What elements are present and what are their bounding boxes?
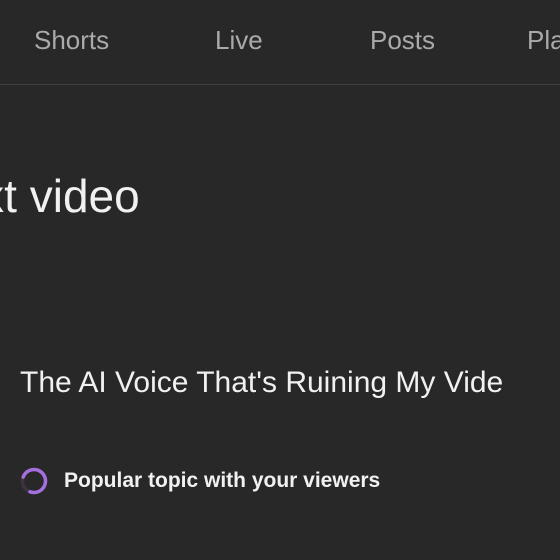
trending-ring-icon (18, 465, 50, 497)
channel-tab-bar: Shorts Live Posts Pla (0, 0, 560, 85)
tab-shorts[interactable]: Shorts (34, 24, 109, 56)
video-idea-title[interactable]: The AI Voice That's Ruining My Vide (20, 364, 503, 402)
reason-label: Popular topic with your viewers (64, 469, 381, 492)
section-title: next video (0, 169, 140, 222)
tab-live[interactable]: Live (215, 24, 263, 56)
idea-reason: Popular topic with your viewers (18, 463, 380, 499)
tab-posts[interactable]: Posts (370, 24, 435, 56)
tab-playlists[interactable]: Pla (527, 24, 560, 56)
inspiration-panel: Shorts Live Posts Pla next video The AI … (0, 0, 560, 560)
